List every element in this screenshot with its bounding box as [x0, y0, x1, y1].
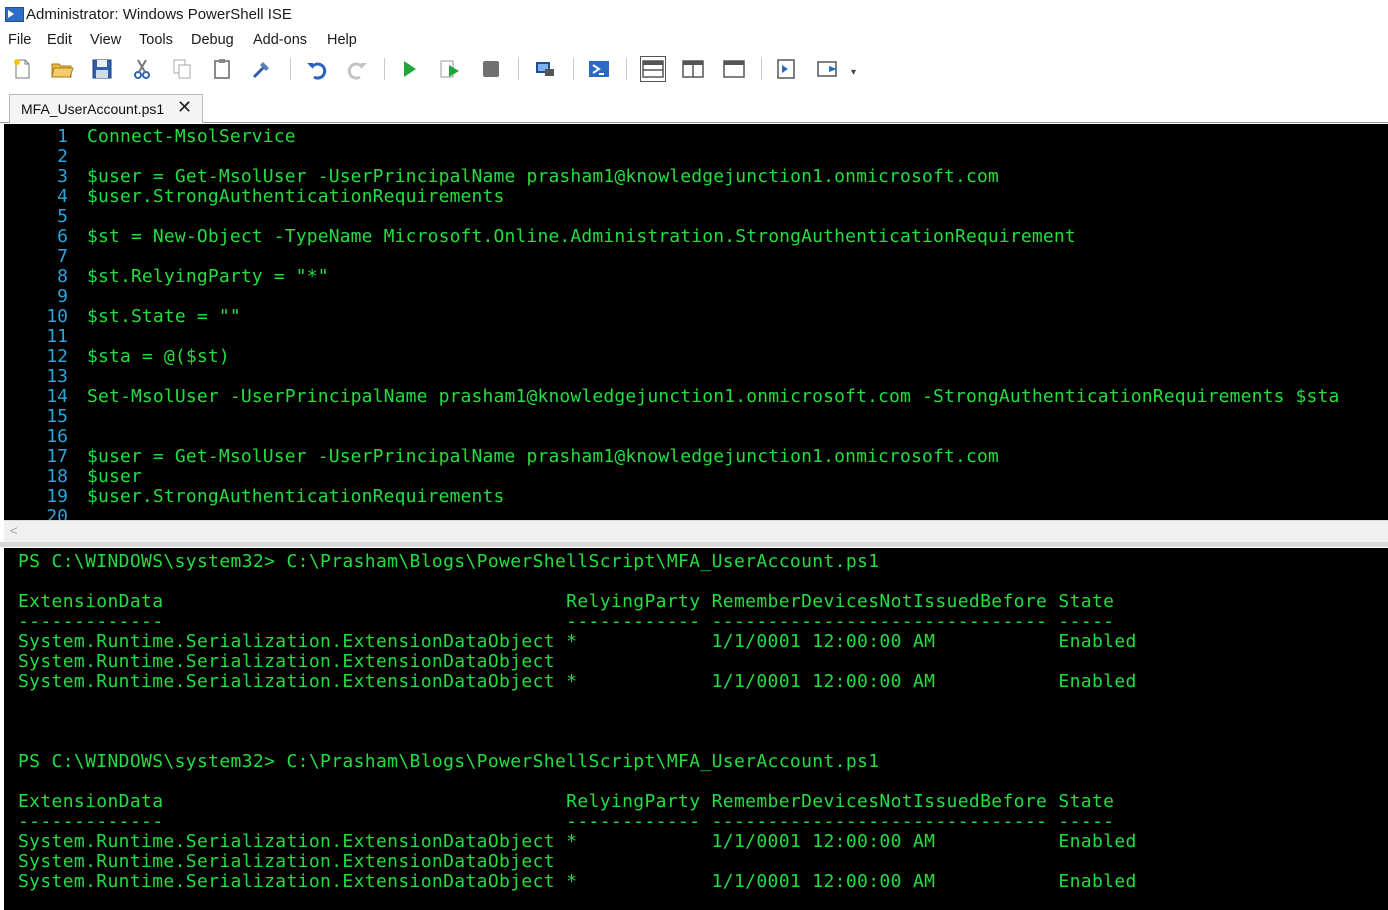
scroll-left-icon[interactable]: <: [10, 523, 18, 538]
menu-file[interactable]: File: [8, 32, 31, 48]
run-script-icon[interactable]: [397, 57, 421, 81]
save-icon[interactable]: [90, 57, 114, 81]
code-line[interactable]: $st.State = "": [87, 307, 241, 327]
undo-icon[interactable]: [305, 57, 329, 81]
open-icon[interactable]: [50, 57, 74, 81]
menu-edit[interactable]: Edit: [47, 32, 72, 48]
console-output-line: System.Runtime.Serialization.ExtensionDa…: [18, 631, 1137, 652]
line-number: 3: [57, 166, 68, 187]
paste-icon[interactable]: [210, 57, 234, 81]
new-remote-tab-icon[interactable]: [533, 57, 557, 81]
toolbar-overflow-icon[interactable]: ▾: [851, 67, 856, 78]
line-number: 12: [46, 346, 68, 367]
line-number: 4: [57, 186, 68, 207]
menu-add-ons[interactable]: Add-ons: [253, 32, 307, 48]
console-output-line: ExtensionData RelyingParty RememberDevic…: [18, 591, 1115, 612]
console-output-line: PS C:\WINDOWS\system32> C:\Prasham\Blogs…: [18, 551, 880, 572]
line-number: 10: [46, 306, 68, 327]
code-line[interactable]: $st.RelyingParty = "*": [87, 267, 329, 287]
title-bar: Administrator: Windows PowerShell ISE: [0, 0, 1388, 30]
line-number: 17: [46, 446, 68, 467]
new-script-icon[interactable]: [10, 57, 34, 81]
line-number: 14: [46, 386, 68, 407]
code-line[interactable]: $user.StrongAuthenticationRequirements: [87, 487, 505, 507]
layout-maximize-icon[interactable]: [722, 57, 746, 81]
line-number: 20: [46, 506, 68, 521]
menu-tools[interactable]: Tools: [139, 32, 173, 48]
menu-bar: File Edit View Tools Debug Add-ons Help: [0, 31, 1388, 51]
console-output-line: ExtensionData RelyingParty RememberDevic…: [18, 791, 1115, 812]
code-line[interactable]: $sta = @($st): [87, 347, 230, 367]
line-number: 5: [57, 206, 68, 227]
layout-split-top-icon[interactable]: [640, 56, 666, 82]
horizontal-scrollbar[interactable]: <: [4, 520, 1388, 542]
menu-view[interactable]: View: [90, 32, 121, 48]
clear-console-icon[interactable]: [250, 57, 274, 81]
script-tab-label: MFA_UserAccount.ps1: [21, 101, 165, 117]
menu-debug[interactable]: Debug: [191, 32, 234, 48]
line-number: 7: [57, 246, 68, 267]
window-title: Administrator: Windows PowerShell ISE: [26, 6, 292, 23]
console-output-line: System.Runtime.Serialization.ExtensionDa…: [18, 651, 555, 672]
line-number: 6: [57, 226, 68, 247]
code-line[interactable]: Connect-MsolService: [87, 127, 296, 147]
line-number: 8: [57, 266, 68, 287]
layout-split-right-icon[interactable]: [681, 57, 705, 81]
console-pane[interactable]: PS C:\WINDOWS\system32> C:\Prasham\Blogs…: [4, 548, 1388, 910]
code-line[interactable]: $user.StrongAuthenticationRequirements: [87, 187, 505, 207]
line-number: 2: [57, 146, 68, 167]
show-script-pane-icon[interactable]: [775, 57, 799, 81]
code-line[interactable]: $st = New-Object -TypeName Microsoft.Onl…: [87, 227, 1076, 247]
code-line[interactable]: $user = Get-MsolUser -UserPrincipalName …: [87, 447, 999, 467]
pane-splitter[interactable]: [0, 542, 1388, 547]
line-number: 15: [46, 406, 68, 427]
redo-icon: [345, 57, 369, 81]
copy-icon[interactable]: [170, 57, 194, 81]
console-output-line: ------------- ------------ -------------…: [18, 611, 1115, 632]
console-output-line: ------------- ------------ -------------…: [18, 811, 1115, 832]
line-number: 16: [46, 426, 68, 447]
code-line[interactable]: $user: [87, 467, 142, 487]
stop-icon: [479, 57, 503, 81]
script-tab[interactable]: MFA_UserAccount.ps1 ✕: [9, 94, 203, 123]
line-number: 1: [57, 126, 68, 147]
show-commands-icon[interactable]: [816, 57, 840, 81]
line-number: 13: [46, 366, 68, 387]
code-line[interactable]: $user = Get-MsolUser -UserPrincipalName …: [87, 167, 999, 187]
line-number: 19: [46, 486, 68, 507]
script-tab-strip: MFA_UserAccount.ps1 ✕: [0, 86, 1388, 123]
toolbar: ▾: [0, 52, 1388, 86]
console-output-line: PS C:\WINDOWS\system32> C:\Prasham\Blogs…: [18, 751, 880, 772]
script-editor[interactable]: 1 Connect-MsolService 2 3 $user = Get-MsolUs…: [4, 124, 1388, 520]
line-number: 18: [46, 466, 68, 487]
cut-icon[interactable]: [130, 57, 154, 81]
menu-help[interactable]: Help: [327, 32, 357, 48]
close-icon[interactable]: ✕: [177, 97, 192, 118]
line-number: 9: [57, 286, 68, 307]
powershell-icon[interactable]: [587, 57, 611, 81]
console-output-line: System.Runtime.Serialization.ExtensionDa…: [18, 851, 555, 872]
line-number: 11: [46, 326, 68, 347]
powershell-ise-app-icon: [5, 7, 24, 22]
code-line[interactable]: Set-MsolUser -UserPrincipalName prasham1…: [87, 387, 1340, 407]
run-selection-icon[interactable]: [438, 57, 462, 81]
console-output-line: System.Runtime.Serialization.ExtensionDa…: [18, 871, 1137, 892]
console-output-line: System.Runtime.Serialization.ExtensionDa…: [18, 671, 1137, 692]
console-output-line: System.Runtime.Serialization.ExtensionDa…: [18, 831, 1137, 852]
